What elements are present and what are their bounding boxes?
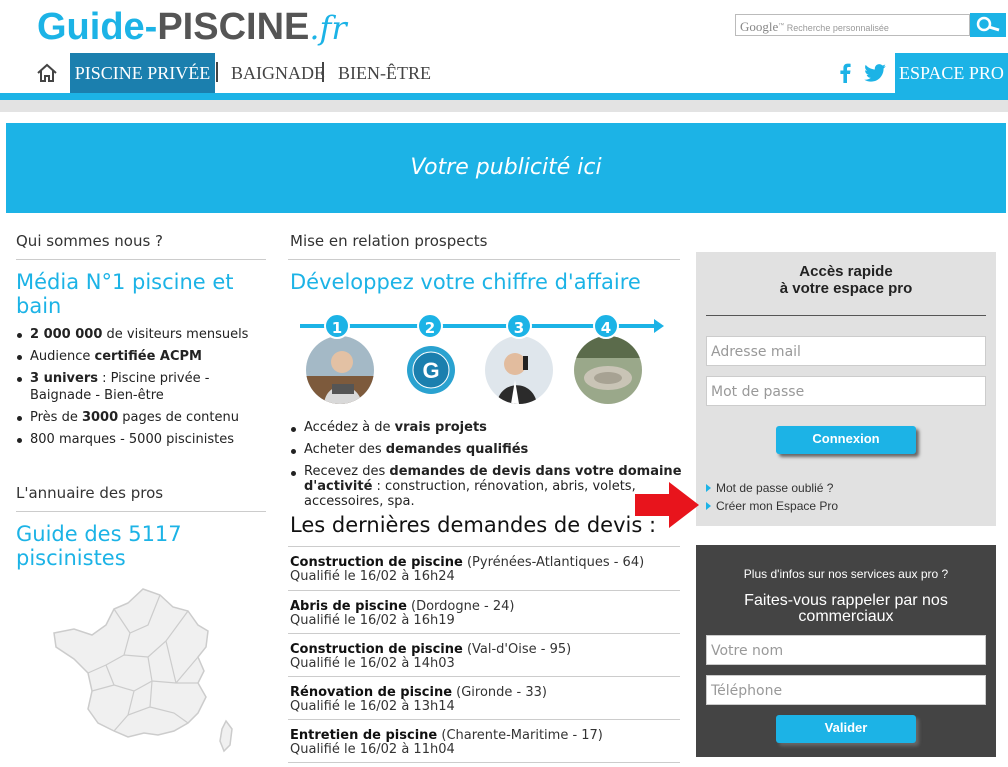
login-button[interactable]: Connexion <box>776 426 916 454</box>
callback-headline: Faites-vous rappeler par nos commerciaux <box>744 592 948 625</box>
create-account-link[interactable]: Créer mon Espace Pro <box>706 499 838 513</box>
facebook-icon[interactable] <box>838 63 852 83</box>
list-item: Audience certifiée ACPM <box>16 348 272 365</box>
steps-arrowhead <box>654 319 664 333</box>
nav-separator <box>216 62 218 82</box>
divider <box>288 676 680 677</box>
search-button[interactable] <box>970 13 1006 37</box>
ad-banner[interactable]: Votre publicité ici <box>6 123 1006 213</box>
request-item[interactable]: Rénovation de piscine (Gironde - 33) Qual… <box>290 686 680 714</box>
forgot-password-link[interactable]: Mot de passe oublié ? <box>706 481 833 495</box>
header-blue-bar <box>0 93 1008 100</box>
site-header: Guide-PISCINE.fr Google™ Recherche perso… <box>0 0 1008 100</box>
request-item[interactable]: Abris de piscine (Dordogne - 24) Qualifié… <box>290 600 680 628</box>
headline: Développez votre chiffre d'affaire <box>290 270 641 294</box>
step-badge: 2 <box>417 313 443 339</box>
divider <box>288 633 680 634</box>
search-icon <box>976 16 1000 32</box>
nav-separator <box>322 62 324 82</box>
divider <box>706 315 986 316</box>
divider <box>288 259 680 260</box>
prospects-title: Mise en relation prospects <box>290 232 488 250</box>
red-arrow-icon <box>635 482 699 528</box>
phone-field[interactable]: Téléphone <box>706 675 986 705</box>
logo-piscine: PISCINE <box>157 6 310 48</box>
list-item: Près de 3000 pages de contenu <box>16 409 272 426</box>
site-logo[interactable]: Guide-PISCINE.fr <box>37 6 347 52</box>
divider <box>288 546 680 547</box>
logo-guide: Guide- <box>37 6 158 48</box>
name-field[interactable]: Votre nom <box>706 635 986 665</box>
list-item: 800 marques - 5000 piscinistes <box>16 431 272 448</box>
search-brand-tm: ™ <box>778 23 785 29</box>
step-photo-1 <box>306 336 374 404</box>
svg-text:G: G <box>422 358 439 383</box>
france-map[interactable] <box>48 585 238 765</box>
callback-panel: Plus d'infos sur nos services aux pro ? … <box>696 545 996 757</box>
step-photo-3 <box>485 336 553 404</box>
list-item: 2 000 000 de visiteurs mensuels <box>16 326 272 343</box>
password-field[interactable]: Mot de passe <box>706 376 986 406</box>
guide-title[interactable]: Guide des 5117 piscinistes <box>16 522 216 570</box>
list-item: 3 univers : Piscine privée - Baignade - … <box>16 370 272 404</box>
step-badge: 4 <box>593 313 619 339</box>
logo-fr: .fr <box>309 9 347 47</box>
request-item[interactable]: Entretien de piscine (Charente-Maritime … <box>290 729 680 757</box>
step-badge: 3 <box>506 313 532 339</box>
home-icon[interactable] <box>36 63 58 83</box>
step-photo-2: G <box>397 336 465 404</box>
divider <box>16 511 266 512</box>
search-input[interactable]: Google™ Recherche personnalisée <box>735 14 970 36</box>
list-item: Recevez des demandes de devis dans votre… <box>290 464 686 509</box>
requests-title: Les dernières demandes de devis : <box>290 513 657 537</box>
step-badge: 1 <box>324 313 350 339</box>
divider <box>16 259 266 260</box>
twitter-icon[interactable] <box>864 64 886 82</box>
annuaire-title: L'annuaire des pros <box>16 484 164 502</box>
validate-button[interactable]: Valider <box>776 715 916 743</box>
divider <box>288 719 680 720</box>
divider <box>288 762 680 763</box>
email-field[interactable]: Adresse mail <box>706 336 986 366</box>
callback-intro: Plus d'infos sur nos services aux pro ? <box>743 567 949 581</box>
list-item: Accédez à de vrais projets <box>290 420 686 435</box>
search-placeholder: Recherche personnalisée <box>786 23 889 33</box>
nav-bien-etre[interactable]: BIEN-ÊTRE <box>338 53 431 93</box>
list-item: Acheter des demandes qualifiés <box>290 442 686 457</box>
nav-piscine-privee[interactable]: PISCINE PRIVÉE <box>70 53 215 93</box>
media-title[interactable]: Média N°1 piscine et bain <box>16 270 266 318</box>
espace-pro-button[interactable]: ESPACE PRO <box>895 53 1008 93</box>
benefits-list: Accédez à de vrais projets Acheter des d… <box>290 420 686 514</box>
search-brand: Google <box>740 19 779 34</box>
request-item[interactable]: Construction de piscine (Val-d'Oise - 95… <box>290 643 680 671</box>
step-photo-4 <box>574 336 642 404</box>
login-title: Accès rapide à votre espace pro <box>779 263 913 297</box>
about-title: Qui sommes nous ? <box>16 232 164 250</box>
login-panel: Accès rapide à votre espace pro Adresse m… <box>696 252 996 526</box>
header-gray-bar <box>0 100 1008 112</box>
nav-baignade[interactable]: BAIGNADE <box>231 53 325 93</box>
about-list: 2 000 000 de visiteurs mensuels Audience… <box>16 326 272 453</box>
request-item[interactable]: Construction de piscine (Pyrénées-Atlant… <box>290 556 680 584</box>
divider <box>288 590 680 591</box>
